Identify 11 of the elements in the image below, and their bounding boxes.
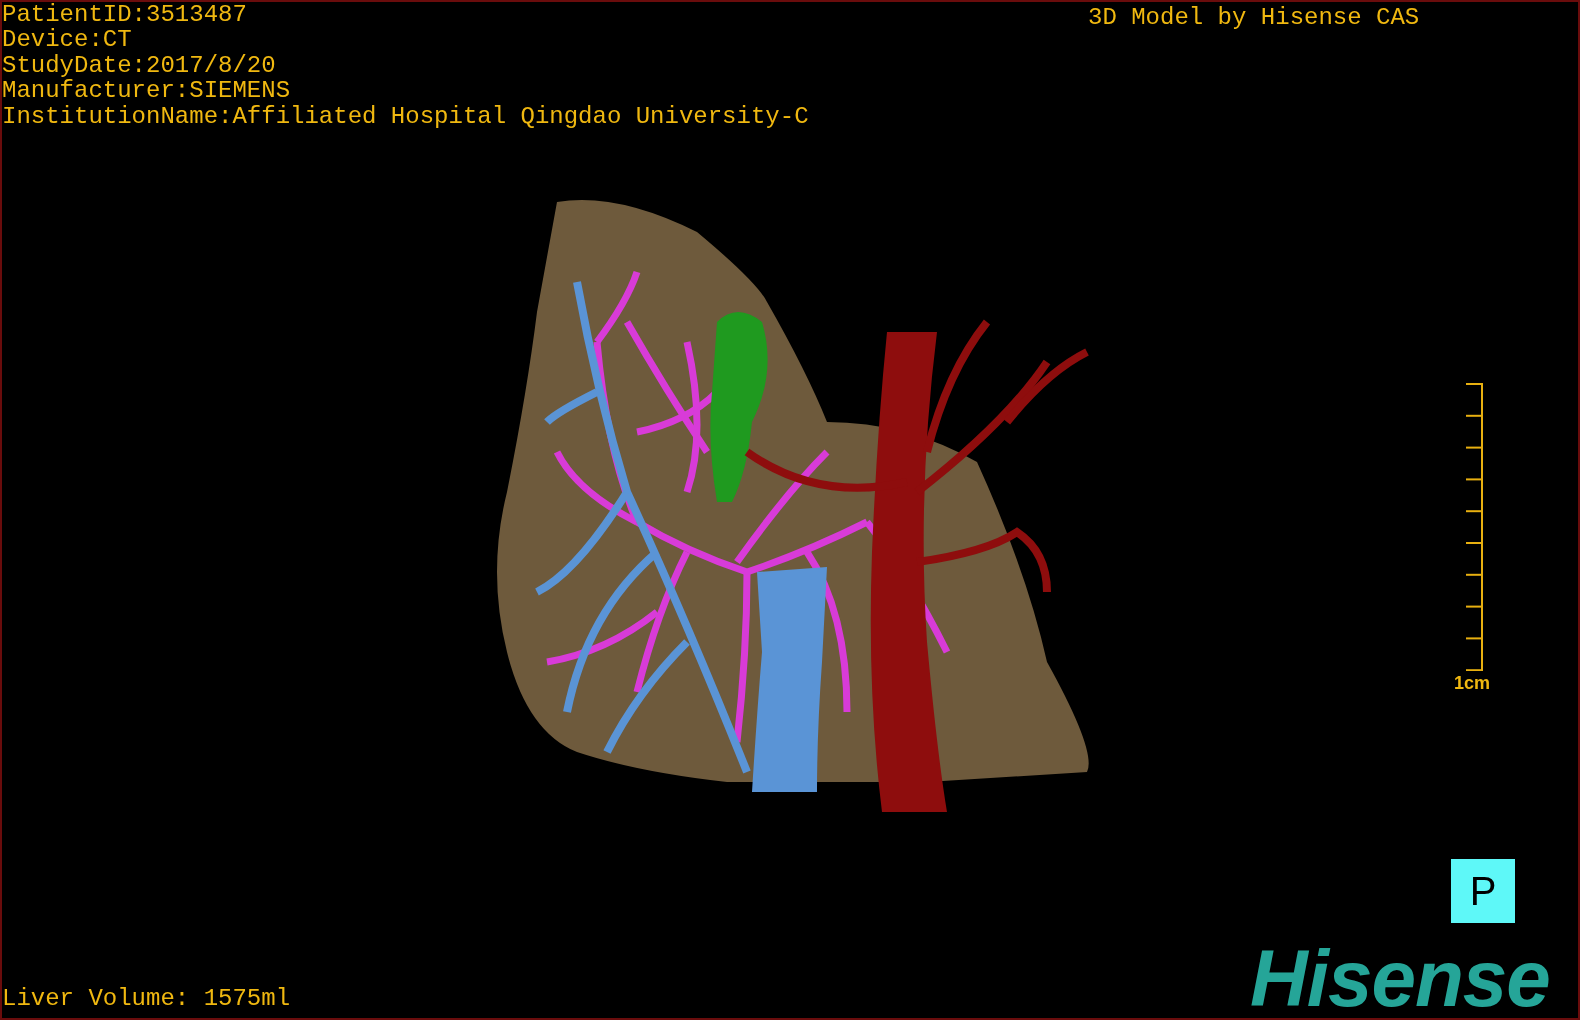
- 3d-viewport[interactable]: PatientID:3513487 Device:CT StudyDate:2017/8/20 Manufacturer:SIEMENS InstitutionName:Affiliated Hospital Qingdao University-C 3D Model by Hisense CAS 1cm P Liver Volume: 1575ml Hisense: [0, 0, 1580, 1020]
- study-info-text: StudyDate:2017/8/20: [2, 52, 277, 79]
- study-info-text: Manufacturer:SIEMENS: [2, 78, 292, 104]
- liver-volume-text: Liver Volume: 1575ml: [2, 985, 291, 1013]
- brand-logo: Hisense: [1250, 940, 1550, 1018]
- study-info-text: Device:CT: [2, 27, 133, 53]
- study-info-text: InstitutionName:Affiliated Hospital Qingdao University-C: [2, 103, 809, 130]
- study-info-text: PatientID:3513487: [2, 2, 248, 28]
- orientation-button[interactable]: P: [1451, 859, 1515, 923]
- model-caption: 3D Model by Hisense CAS: [1088, 4, 1420, 32]
- scale-label: 1cm: [1454, 673, 1491, 694]
